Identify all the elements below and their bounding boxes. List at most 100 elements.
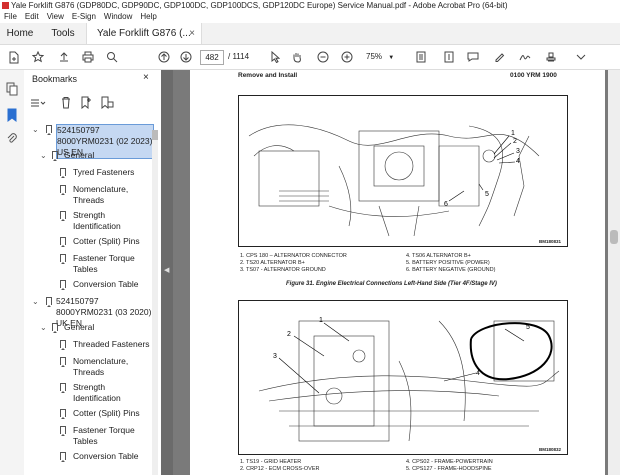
bookmark-label: Tyred Fasteners — [73, 167, 135, 177]
menu-view[interactable]: View — [47, 12, 64, 21]
zoom-value: 75% — [366, 52, 383, 61]
next-page-icon[interactable] — [178, 49, 194, 65]
options-menu-icon[interactable] — [30, 97, 46, 111]
chevron-down-icon[interactable]: ⌄ — [40, 322, 47, 333]
callout-5: 5 — [485, 191, 489, 198]
window-title: Yale Forklift G876 (GDP80DC, GDP90DC, GD… — [11, 1, 508, 10]
scroll-mode-icon[interactable] — [442, 49, 456, 65]
zoom-out-icon[interactable] — [316, 49, 330, 65]
bookmark-icon — [60, 280, 66, 290]
legend-item: 6. BATTERY NEGATIVE (GROUND) — [406, 267, 496, 273]
bookmark-icon — [60, 168, 66, 178]
stamp-icon[interactable] — [544, 49, 558, 65]
bookmark-label: Fastener Torque Tables — [73, 425, 135, 446]
figure-tag: BM180832 — [539, 447, 562, 452]
hand-tool-icon[interactable] — [290, 49, 304, 65]
panel-title: Bookmarks — [32, 74, 78, 84]
upload-icon[interactable] — [56, 49, 72, 65]
highlight-pen-icon[interactable] — [492, 49, 506, 65]
callout-2: 2 — [287, 331, 291, 338]
callout-4: 4 — [476, 370, 480, 377]
bookmark-icon — [60, 340, 66, 350]
bookmark-icon — [60, 452, 66, 462]
bookmark-icon — [60, 383, 66, 393]
menu-help[interactable]: Help — [140, 12, 156, 21]
bookmark-icon — [52, 151, 58, 161]
collapse-arrow-icon[interactable]: ◀ — [164, 266, 169, 274]
page-total: / 1114 — [228, 52, 250, 61]
bookmarks-scrollbar[interactable] — [152, 130, 158, 475]
sign-icon[interactable] — [518, 49, 532, 65]
acrobat-icon — [2, 2, 9, 9]
chevron-down-icon[interactable]: ⌄ — [32, 124, 39, 135]
bookmark-icon — [46, 297, 52, 307]
bookmark-label: Cotter (Split) Pins — [73, 408, 140, 418]
callout-3: 3 — [273, 353, 277, 360]
bookmark-label: Strength Identification — [73, 382, 121, 403]
menu-esign[interactable]: E-Sign — [72, 12, 96, 21]
bookmark-properties-icon[interactable] — [100, 96, 114, 111]
pdf-page: Remove and Install 0100 YRM 1900 1 2 3 4… — [190, 70, 605, 475]
page-header-left: Remove and Install — [238, 72, 298, 79]
figure-caption: Figure 31. Engine Electrical Connections… — [286, 281, 497, 287]
close-panel-icon[interactable]: × — [143, 72, 149, 83]
callout-2: 2 — [513, 138, 517, 145]
zoom-select[interactable]: 75% ▼ — [366, 50, 402, 63]
scrollbar-thumb[interactable] — [152, 130, 158, 140]
engine-wiring-diagram-top: 1 2 3 4 5 — [258, 317, 560, 442]
bookmark-icon — [46, 125, 52, 135]
panel-splitter[interactable]: ◀ — [161, 70, 173, 475]
bookmark-icon — [60, 357, 66, 367]
menu-file[interactable]: File — [4, 12, 17, 21]
comment-icon[interactable] — [466, 49, 480, 65]
tab-document[interactable]: Yale Forklift G876 (... × — [86, 23, 202, 44]
chevron-down-icon[interactable]: ⌄ — [32, 296, 39, 307]
figure-32-image: 1 2 3 4 5 BM180832 — [238, 300, 568, 455]
create-icon[interactable] — [6, 49, 22, 65]
legend-item: 1. TS19 - GRID HEATER — [240, 459, 302, 465]
fit-page-icon[interactable] — [414, 49, 428, 65]
select-cursor-icon[interactable] — [268, 49, 282, 65]
legend-item: 5. BATTERY POSITIVE (POWER) — [406, 260, 490, 266]
attachments-icon[interactable] — [6, 132, 18, 148]
bookmark-label: Nomenclature, Threads — [73, 356, 129, 377]
print-icon[interactable] — [80, 49, 96, 65]
engine-wiring-diagram-left: 1 2 3 4 5 6 — [248, 124, 540, 237]
legend-item: 3. TS07 - ALTERNATOR GROUND — [240, 267, 326, 273]
figure-tag: BM180831 — [539, 239, 562, 244]
legend-item: 4. TS06 ALTERNATOR B+ — [406, 253, 471, 259]
tab-tools[interactable]: Tools — [40, 23, 86, 44]
callout-6: 6 — [444, 201, 448, 208]
page-thumbnails-icon[interactable] — [6, 82, 18, 98]
page-header-right: 0100 YRM 1900 — [510, 72, 557, 79]
legend-item: 2. TS20 ALTERNATOR B+ — [240, 260, 305, 266]
chevron-down-icon[interactable]: ⌄ — [40, 150, 47, 161]
page-number-input[interactable]: 482 — [200, 50, 224, 65]
tab-home[interactable]: Home — [0, 23, 40, 44]
close-tab-icon[interactable]: × — [189, 23, 195, 44]
bookmark-icon — [60, 409, 66, 419]
scrollbar-thumb[interactable] — [610, 230, 618, 244]
tab-bar: Home Tools Yale Forklift G876 (... × — [0, 23, 620, 45]
bookmarks-panel-icon[interactable] — [6, 108, 18, 124]
bookmark-label: General — [64, 150, 95, 160]
legend-item: 2. CRP12 - ECM CROSS-OVER — [240, 466, 320, 472]
zoom-in-icon[interactable] — [340, 49, 354, 65]
menu-window[interactable]: Window — [104, 12, 132, 21]
title-bar: Yale Forklift G876 (GDP80DC, GDP90DC, GD… — [0, 0, 620, 11]
bookmark-label: Conversion Table — [73, 279, 139, 289]
toolbar: 482 / 1114 75% ▼ — [0, 45, 620, 70]
new-bookmark-icon[interactable] — [80, 96, 92, 111]
document-scrollbar[interactable] — [608, 70, 620, 475]
figure-31-image: 1 2 3 4 5 6 BM180831 — [238, 95, 568, 247]
menu-edit[interactable]: Edit — [25, 12, 39, 21]
callout-5: 5 — [526, 324, 530, 331]
legend-item: 1. CPS 180 – ALTERNATOR CONNECTOR — [240, 253, 347, 259]
search-icon[interactable] — [104, 49, 120, 65]
previous-page-icon[interactable] — [156, 49, 172, 65]
delete-icon[interactable] — [60, 96, 72, 111]
bookmark-label: Conversion Table — [73, 451, 139, 461]
more-tools-icon[interactable] — [574, 49, 588, 65]
callout-4: 4 — [516, 158, 520, 165]
bookmark-star-icon[interactable] — [30, 49, 46, 65]
